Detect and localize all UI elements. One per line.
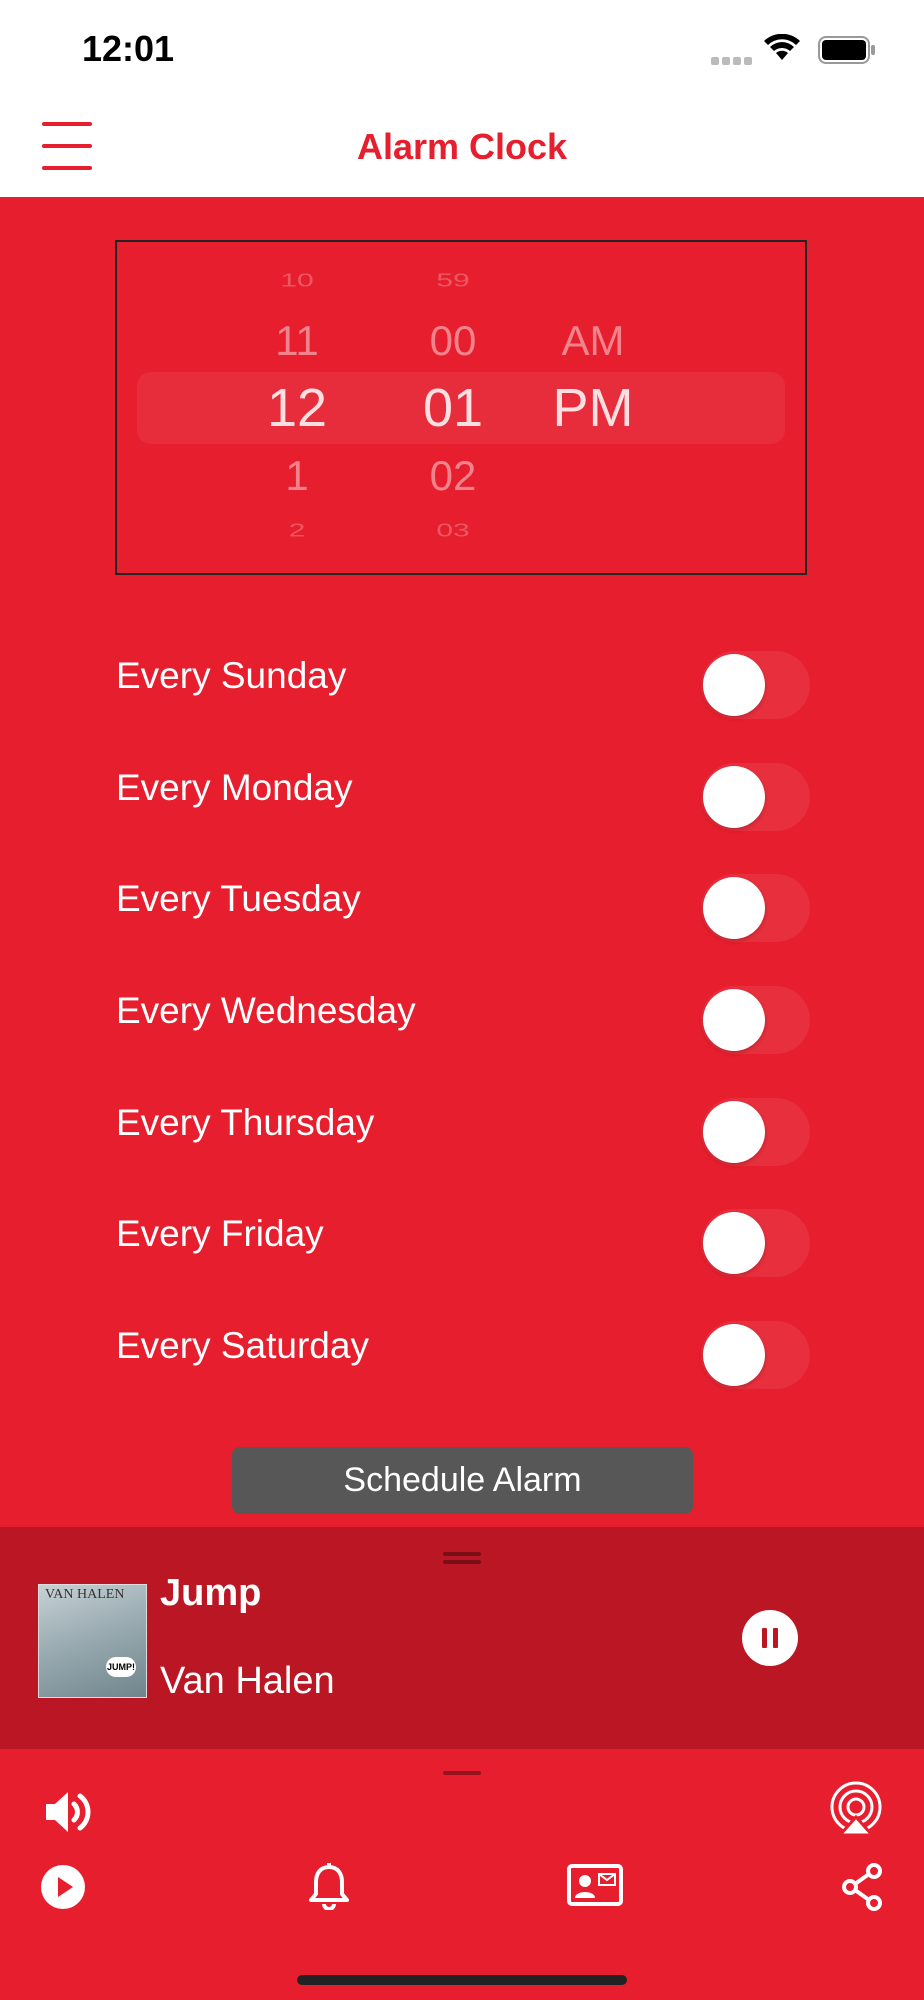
wifi-icon xyxy=(764,34,800,60)
player-drag-handle[interactable] xyxy=(443,1552,481,1556)
day-row-sunday: Every Sunday xyxy=(116,643,816,719)
hour-option[interactable]: 10 xyxy=(237,271,357,291)
bottom-toolbar xyxy=(0,1749,924,2000)
toggle-knob xyxy=(703,1324,765,1386)
period-selected[interactable]: PM xyxy=(533,372,653,444)
day-row-monday: Every Monday xyxy=(116,755,816,831)
status-bar: 12:01 xyxy=(0,0,924,100)
toggle-knob xyxy=(703,1212,765,1274)
track-title: Jump xyxy=(160,1572,262,1614)
player-drag-handle-line xyxy=(443,1560,481,1564)
thursday-toggle[interactable] xyxy=(701,1098,810,1166)
day-row-saturday: Every Saturday xyxy=(116,1313,816,1389)
day-label: Every Monday xyxy=(116,767,353,808)
day-label: Every Friday xyxy=(116,1213,324,1254)
now-playing-bar[interactable]: VAN HALEN JUMP! Jump Van Halen xyxy=(0,1527,924,1749)
day-label: Every Saturday xyxy=(116,1325,369,1366)
track-artist: Van Halen xyxy=(160,1660,335,1702)
album-art: VAN HALEN JUMP! xyxy=(38,1584,147,1698)
album-art-bubble: JUMP! xyxy=(106,1657,136,1677)
navigation-bar: Alarm Clock xyxy=(0,100,924,197)
tuesday-toggle[interactable] xyxy=(701,874,810,942)
sunday-toggle[interactable] xyxy=(701,651,810,719)
monday-toggle[interactable] xyxy=(701,763,810,831)
friday-toggle[interactable] xyxy=(701,1209,810,1277)
day-row-wednesday: Every Wednesday xyxy=(116,978,816,1054)
toggle-knob xyxy=(703,989,765,1051)
hour-selected[interactable]: 12 xyxy=(237,372,357,444)
bell-icon[interactable] xyxy=(308,1862,350,1910)
airplay-icon[interactable] xyxy=(828,1781,884,1837)
pause-button[interactable] xyxy=(742,1610,798,1666)
day-label: Every Sunday xyxy=(116,655,347,696)
minute-option[interactable]: 03 xyxy=(393,521,513,541)
hour-option[interactable]: 1 xyxy=(237,452,357,500)
toggle-knob xyxy=(703,877,765,939)
cellular-signal-icon xyxy=(711,52,755,70)
day-label: Every Tuesday xyxy=(116,878,361,919)
contact-card-icon[interactable] xyxy=(567,1864,623,1906)
hour-option[interactable]: 2 xyxy=(237,521,357,541)
hour-option[interactable]: 11 xyxy=(237,317,357,365)
minute-option[interactable]: 02 xyxy=(393,452,513,500)
minute-option[interactable]: 00 xyxy=(393,317,513,365)
album-art-text: VAN HALEN xyxy=(45,1587,125,1602)
battery-icon xyxy=(818,36,875,64)
period-option[interactable]: AM xyxy=(533,317,653,365)
schedule-alarm-button[interactable]: Schedule Alarm xyxy=(232,1447,693,1514)
share-icon[interactable] xyxy=(840,1863,884,1911)
status-time: 12:01 xyxy=(82,28,175,69)
day-row-friday: Every Friday xyxy=(116,1201,816,1277)
time-picker[interactable]: 10 11 12 1 2 59 00 01 02 03 AM PM xyxy=(115,240,807,575)
volume-icon[interactable] xyxy=(40,1784,96,1840)
wednesday-toggle[interactable] xyxy=(701,986,810,1054)
toggle-knob xyxy=(703,766,765,828)
saturday-toggle[interactable] xyxy=(701,1321,810,1389)
toggle-knob xyxy=(703,654,765,716)
toolbar-drag-handle[interactable] xyxy=(443,1771,481,1775)
toggle-knob xyxy=(703,1101,765,1163)
minute-option[interactable]: 59 xyxy=(393,271,513,291)
day-row-tuesday: Every Tuesday xyxy=(116,866,816,942)
day-label: Every Wednesday xyxy=(116,990,416,1031)
play-icon[interactable] xyxy=(40,1864,86,1910)
home-indicator[interactable] xyxy=(297,1975,627,1985)
page-title: Alarm Clock xyxy=(356,126,568,167)
minute-selected[interactable]: 01 xyxy=(393,372,513,444)
day-label: Every Thursday xyxy=(116,1102,375,1143)
day-row-thursday: Every Thursday xyxy=(116,1090,816,1166)
